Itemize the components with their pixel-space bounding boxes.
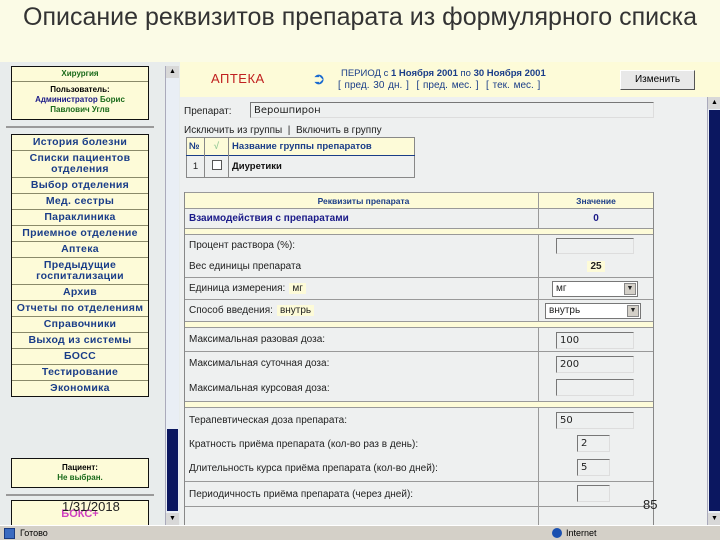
patient-label: Пациент: xyxy=(62,463,98,472)
patient-value: Не выбран. xyxy=(57,473,103,482)
link-prev-month[interactable]: [ пред. мес. ] xyxy=(416,80,478,91)
link-current-month[interactable]: [ тек. мес. ] xyxy=(486,80,540,91)
sidebar-item[interactable]: Выход из системы xyxy=(12,333,148,349)
sidebar-item[interactable]: Мед. сестры xyxy=(12,194,148,210)
col-num: № xyxy=(186,137,205,156)
slide-title: Описание реквизитов препарата из формуля… xyxy=(23,3,697,31)
period-icon[interactable]: ➲ xyxy=(312,69,330,88)
max-single-input[interactable]: 100 xyxy=(556,332,634,349)
change-button[interactable]: Изменить xyxy=(620,70,695,90)
unit-weight-value: 25 xyxy=(587,261,605,272)
drug-input[interactable]: Верошпирон xyxy=(250,102,654,118)
unit-select[interactable]: мг ▼ xyxy=(552,281,638,297)
period-text: ПЕРИОД с 1 Ноября 2001 по 30 Ноября 2001 xyxy=(341,68,546,79)
col-check: √ xyxy=(204,137,229,156)
patient-box: Пациент: Не выбран. xyxy=(11,458,149,488)
sidebar-item[interactable]: Экономика xyxy=(12,381,148,396)
percent-label: Процент раствора (%): xyxy=(185,235,539,256)
chevron-down-icon: ▼ xyxy=(624,283,636,295)
sidebar-item[interactable]: Выбор отделения xyxy=(12,178,148,194)
periodicity-label: Периодичность приёма препарата (через дн… xyxy=(185,482,539,506)
frequency-input[interactable]: 2 xyxy=(577,435,610,452)
col-group-name: Название группы препаратов xyxy=(232,141,372,152)
sidebar-item[interactable]: Тестирование xyxy=(12,365,148,381)
row-num: 1 xyxy=(186,155,205,178)
scroll-thumb[interactable] xyxy=(167,429,178,511)
scroll-thumb[interactable] xyxy=(709,110,720,511)
sidebar-item[interactable]: Аптека xyxy=(12,242,148,258)
scroll-up-icon[interactable]: ▲ xyxy=(166,66,179,78)
link-separator: | xyxy=(287,125,291,136)
percent-input[interactable] xyxy=(556,238,634,254)
sidebar-item[interactable]: Справочники xyxy=(12,317,148,333)
periodicity-input[interactable] xyxy=(577,485,610,502)
sidebar-item[interactable]: Архив xyxy=(12,285,148,301)
sidebar-item[interactable]: БОСС xyxy=(12,349,148,365)
scroll-down-icon[interactable]: ▼ xyxy=(708,513,720,525)
sidebar-item[interactable]: История болезни xyxy=(12,135,148,151)
include-in-group-link[interactable]: Включить в группу xyxy=(296,125,382,136)
sidebar-item[interactable]: Предыдущие госпитализации xyxy=(12,258,148,285)
zone-text: Internet xyxy=(566,528,597,538)
top-header: АПТЕКА ➲ ПЕРИОД с 1 Ноября 2001 по 30 Но… xyxy=(180,62,720,97)
props-header-name: Реквизиты препарата xyxy=(185,193,539,208)
max-single-label: Максимальная разовая доза: xyxy=(185,328,539,351)
drug-label: Препарат: xyxy=(184,106,232,117)
unit-weight-label: Вес единицы препарата xyxy=(185,256,539,277)
sidebar-nav: История болезни Списки пациентов отделени… xyxy=(11,134,149,397)
main-scrollbar[interactable]: ▲ ▼ xyxy=(707,97,720,525)
slide-date: 1/31/2018 xyxy=(62,499,120,514)
route-select[interactable]: внутрь ▼ xyxy=(545,303,641,319)
route-label: Способ введения: xyxy=(189,305,273,316)
status-text: Готово xyxy=(20,528,48,538)
exclude-from-group-link[interactable]: Исключить из группы xyxy=(184,125,282,136)
sidebar-item[interactable]: Списки пациентов отделения xyxy=(12,151,148,178)
department: Хирургия xyxy=(12,67,148,82)
left-frame: Хирургия Пользователь: Администратор Бор… xyxy=(0,62,180,530)
user-box: Хирургия Пользователь: Администратор Бор… xyxy=(11,66,149,120)
frequency-label: Кратность приёма препарата (кол-во раз в… xyxy=(185,432,539,456)
status-bar: Готово Internet xyxy=(0,525,720,540)
duration-input[interactable]: 5 xyxy=(577,459,610,476)
interaction-value: 0 xyxy=(593,213,599,224)
max-course-label: Максимальная курсовая доза: xyxy=(185,375,539,401)
user-role: Администратор xyxy=(35,95,98,104)
sidebar-item[interactable]: Приемное отделение xyxy=(12,226,148,242)
table-row: 1 Диуретики xyxy=(186,155,415,178)
props-header-value: Значение xyxy=(576,195,616,206)
props-table: Реквизиты препарата Значение Взаимодейст… xyxy=(184,192,654,525)
user-label: Пользователь: xyxy=(50,85,110,94)
period-links: [ пред. 30 дн. ] [ пред. мес. ] [ тек. м… xyxy=(338,80,540,91)
main-content: Препарат: Верошпирон Исключить из группы… xyxy=(180,97,707,525)
sidebar-item[interactable]: Параклиника xyxy=(12,210,148,226)
unit-label: Единица измерения: xyxy=(189,283,286,294)
scroll-up-icon[interactable]: ▲ xyxy=(708,97,720,109)
route-current: внутрь xyxy=(276,305,315,316)
ie-page-icon xyxy=(4,528,15,539)
section-title: АПТЕКА xyxy=(211,71,265,86)
chevron-down-icon: ▼ xyxy=(627,305,639,317)
group-name[interactable]: Диуретики xyxy=(229,156,415,178)
group-table: № √ Название группы препаратов 1 Диурети… xyxy=(186,137,415,178)
sidebar-item[interactable]: Отчеты по отделениям xyxy=(12,301,148,317)
link-prev-30-days[interactable]: [ пред. 30 дн. ] xyxy=(338,80,409,91)
scroll-down-icon[interactable]: ▼ xyxy=(166,513,179,525)
group-checkbox[interactable] xyxy=(211,160,222,170)
unit-current: мг xyxy=(289,283,306,294)
max-course-input[interactable] xyxy=(556,379,634,396)
duration-label: Длительность курса приёма препарата (кол… xyxy=(185,456,539,481)
interaction-label[interactable]: Взаимодействия с препаратами xyxy=(185,209,539,228)
left-scrollbar[interactable]: ▲ ▼ xyxy=(165,66,179,525)
max-daily-input[interactable]: 200 xyxy=(556,356,634,373)
slide-page-number: 85 xyxy=(643,497,658,512)
therapeutic-label: Терапевтическая доза препарата: xyxy=(185,408,539,432)
therapeutic-input[interactable]: 50 xyxy=(556,412,634,429)
max-daily-label: Максимальная суточная доза: xyxy=(185,352,539,375)
internet-zone-icon xyxy=(552,528,562,538)
